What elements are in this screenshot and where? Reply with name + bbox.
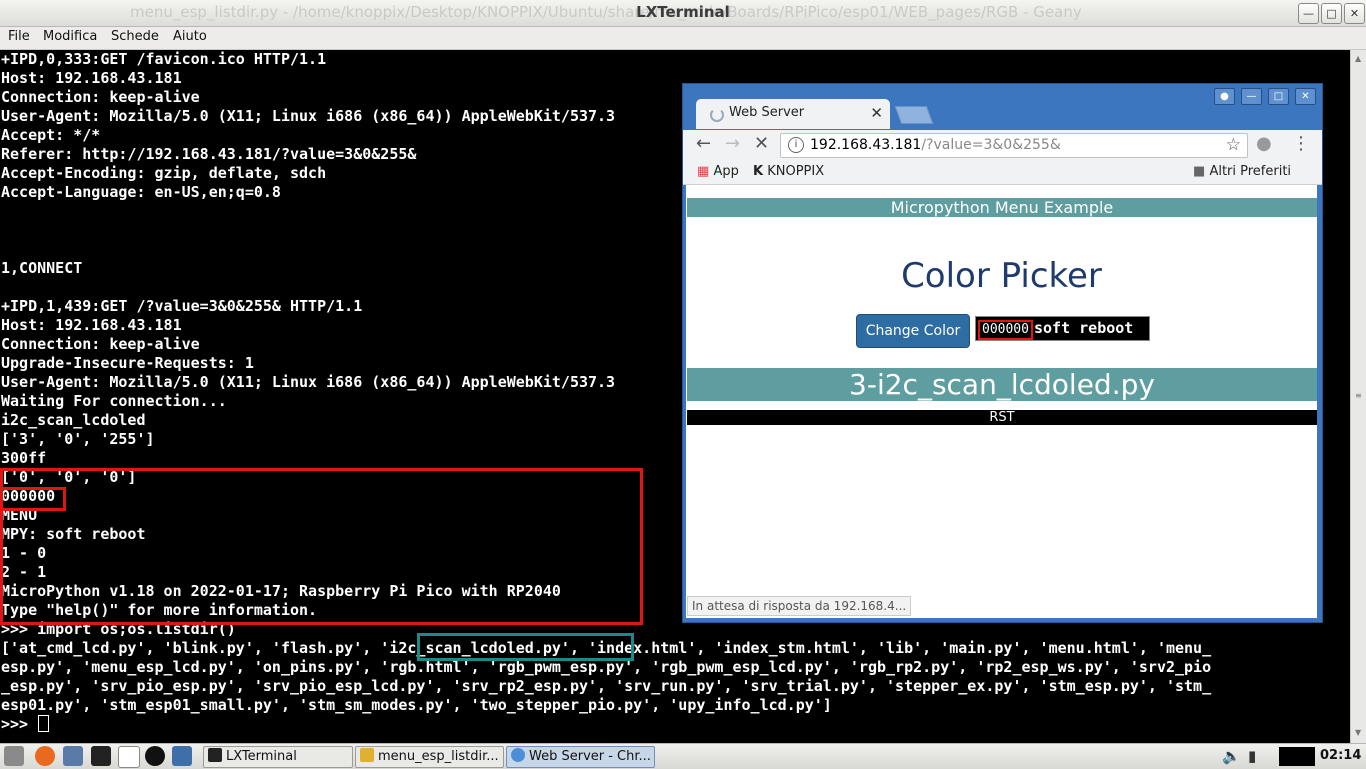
info-icon[interactable]: i (788, 137, 804, 153)
forward-icon[interactable]: → (725, 133, 740, 154)
taskbar: LXTerminal menu_esp_listdir... Web Serve… (0, 743, 1366, 769)
menu-kebab-icon[interactable]: ⋮ (1292, 133, 1310, 154)
minimize-button[interactable]: — (1298, 3, 1319, 24)
page-title: Color Picker (901, 256, 1102, 296)
maximize-button[interactable]: □ (1321, 3, 1342, 24)
browser-tabstrip: Web Server ✕ ● — □ ✕ (683, 84, 1322, 130)
moon-icon[interactable] (145, 746, 165, 766)
text-cursor (38, 715, 50, 732)
bookmark-knoppix[interactable]: K KNOPPIX (753, 164, 824, 179)
tab-close-icon[interactable]: ✕ (870, 104, 883, 122)
mini-console-message: soft reboot (1034, 319, 1134, 337)
stop-icon[interactable]: ✕ (754, 133, 769, 154)
profile-icon[interactable]: ● (1214, 88, 1235, 105)
menu-aiuto[interactable]: Aiuto (173, 29, 207, 44)
task-geany[interactable]: menu_esp_listdir... (355, 746, 504, 768)
highlight-hex-value (0, 487, 66, 511)
task-web-server[interactable]: Web Server - Chr... (506, 746, 655, 768)
network-icon[interactable]: ▮ (1248, 747, 1256, 765)
rst-button[interactable]: RST (687, 410, 1317, 425)
back-icon[interactable]: ← (696, 133, 711, 154)
menu-header[interactable]: Micropython Menu Example (687, 198, 1317, 217)
volume-icon[interactable]: 🔈 (1222, 747, 1241, 765)
bookmark-others[interactable]: ■ Altri Preferiti (1193, 164, 1291, 179)
task-lxterminal[interactable]: LXTerminal (203, 746, 353, 768)
terminal-task-icon (208, 748, 222, 762)
tab-web-server[interactable]: Web Server ✕ (696, 99, 890, 129)
browser-window: Web Server ✕ ● — □ ✕ ← → ✕ i 192.168.43.… (682, 83, 1323, 623)
folder-icon: ■ (1193, 164, 1206, 179)
clock[interactable]: 02:14 (1320, 748, 1361, 763)
mini-console: 000000 soft reboot (975, 316, 1150, 341)
current-file-bar[interactable]: 3-i2c_scan_lcdoled.py (687, 368, 1317, 401)
mini-console-hex: 000000 (978, 320, 1033, 340)
knoppix-logo-icon: K (753, 164, 764, 179)
menu-modifica[interactable]: Modifica (43, 29, 97, 44)
menu-launcher-icon[interactable] (4, 746, 24, 766)
terminal-launcher-icon[interactable] (91, 746, 111, 766)
task-lxterminal-label: LXTerminal (226, 749, 297, 764)
terminal-scrollbar[interactable]: ▲ ≡ ▼ (1350, 50, 1366, 743)
scroll-down-icon[interactable]: ▼ (1355, 728, 1361, 737)
scroll-up-icon[interactable]: ▲ (1355, 54, 1361, 63)
task-web-server-label: Web Server - Chr... (529, 749, 651, 764)
close-button[interactable]: ✕ (1344, 3, 1365, 24)
geany-task-icon (360, 748, 374, 762)
monitor-icon[interactable] (172, 746, 192, 766)
bookmarks-bar: ▦ App K KNOPPIX ■ Altri Preferiti (683, 160, 1322, 185)
menubar: File Modifica Schede Aiuto (0, 27, 1366, 50)
apps-grid-icon: ▦ (697, 164, 710, 179)
bookmark-star-icon[interactable]: ☆ (1226, 135, 1241, 155)
address-bar[interactable]: i 192.168.43.181/?value=3&0&255& ☆ (780, 133, 1248, 158)
browser-maximize-button[interactable]: □ (1268, 88, 1289, 105)
new-tab-button[interactable] (894, 106, 934, 124)
browser-toolbar: ← → ✕ i 192.168.43.181/?value=3&0&255& ☆… (683, 130, 1322, 160)
extension-globe-icon[interactable]: ● (1256, 133, 1272, 154)
cpu-monitor (1279, 747, 1315, 766)
listdir-output: ['at_cmd_lcd.py', 'blink.py', 'flash.py'… (1, 639, 1212, 714)
url-text: 192.168.43.181/?value=3&0&255& (810, 137, 1061, 153)
prompt: >>> (1, 715, 38, 733)
chrome-task-icon (511, 748, 525, 762)
url-host: 192.168.43.181 (810, 137, 922, 153)
bookmark-apps-label: App (713, 164, 739, 179)
document-icon[interactable] (118, 746, 140, 768)
status-bubble: In attesa di risposta da 192.168.4... (687, 596, 912, 616)
tab-title: Web Server (729, 105, 805, 120)
highlight-filename (417, 633, 634, 661)
web-page: Micropython Menu Example Color Picker Ch… (686, 185, 1317, 618)
url-path: /?value=3&0&255& (921, 137, 1061, 153)
browser-close-button[interactable]: ✕ (1295, 88, 1316, 105)
file-manager-icon[interactable] (63, 746, 83, 766)
bookmark-apps[interactable]: ▦ App (697, 164, 739, 179)
highlight-reboot-block (0, 468, 643, 625)
loading-spinner-icon (710, 108, 724, 122)
bookmark-knoppix-label: KNOPPIX (767, 164, 825, 179)
browser-minimize-button[interactable]: — (1241, 88, 1262, 105)
window-title: LXTerminal (636, 3, 730, 21)
task-geany-label: menu_esp_listdir... (378, 749, 499, 764)
bookmark-others-label: Altri Preferiti (1209, 164, 1292, 179)
prompt-line[interactable]: >>> (0, 715, 1350, 734)
menu-file[interactable]: File (8, 29, 30, 44)
scroll-thumb-icon[interactable]: ≡ (1355, 391, 1362, 400)
change-color-button[interactable]: Change Color (856, 314, 970, 348)
firefox-icon[interactable] (35, 746, 55, 766)
terminal-titlebar: menu_esp_listdir.py - /home/knoppix/Desk… (0, 0, 1366, 27)
menu-schede[interactable]: Schede (111, 29, 159, 44)
